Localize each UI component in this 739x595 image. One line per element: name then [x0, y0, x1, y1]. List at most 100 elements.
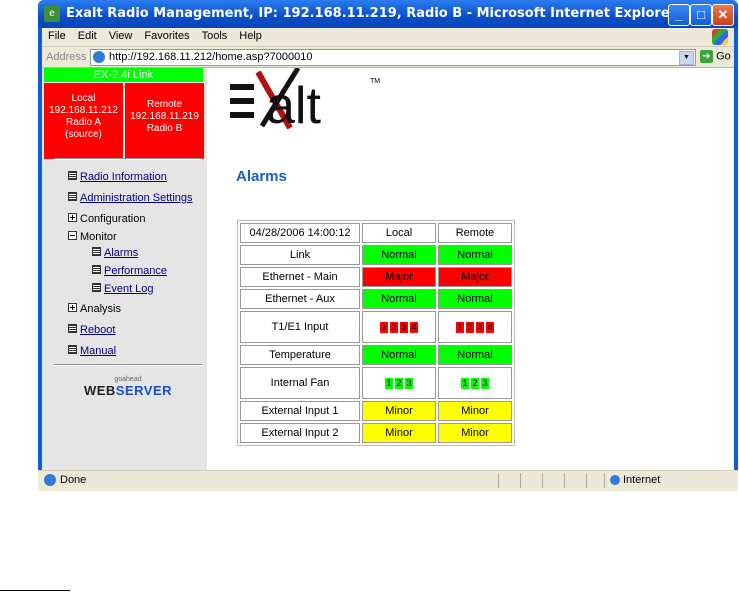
- expand-icon: [68, 213, 77, 222]
- row-label: External Input 2: [240, 423, 360, 443]
- page-done-icon: [44, 474, 56, 486]
- table-row: Ethernet - Aux Normal Normal: [240, 289, 512, 309]
- table-row: Temperature Normal Normal: [240, 345, 512, 365]
- page-bullet-icon: [68, 192, 77, 201]
- row-label: Ethernet - Main: [240, 267, 360, 287]
- status-cell: Major: [362, 267, 436, 287]
- nav-administration-settings[interactable]: Administration Settings: [68, 192, 193, 204]
- local-label: Local: [71, 93, 96, 104]
- row-label: External Input 1: [240, 401, 360, 421]
- status-cell: Normal: [438, 289, 512, 309]
- logo-text: alt: [266, 77, 321, 135]
- t1e1-port-indicator: 1: [456, 322, 464, 333]
- globe-icon: [610, 475, 620, 486]
- remote-radio-panel: Remote 192.168.11.219 Radio B: [125, 83, 204, 159]
- windows-logo-icon: [712, 29, 728, 45]
- menu-edit[interactable]: Edit: [72, 28, 103, 44]
- page-bullet-icon: [92, 265, 101, 274]
- column-local: Local: [362, 223, 436, 243]
- nav-alarms[interactable]: Alarms: [92, 247, 138, 259]
- local-radio-panel: Local 192.168.11.212 Radio A (source): [44, 83, 123, 159]
- status-cell: Minor: [362, 423, 436, 443]
- nav-performance[interactable]: Performance: [92, 265, 167, 277]
- fan-indicator: 2: [395, 378, 403, 389]
- link-status-banner: EX-2.4i Link: [44, 68, 203, 82]
- title-bar: e Exalt Radio Management, IP: 192.168.11…: [38, 0, 738, 28]
- go-button[interactable]: ➔ Go: [700, 50, 732, 64]
- status-cell: Normal: [438, 345, 512, 365]
- row-label: T1/E1 Input: [240, 311, 360, 343]
- address-bar: Address http://192.168.11.212/home.asp?7…: [42, 47, 734, 68]
- t1e1-port-indicator: 4: [410, 322, 418, 333]
- minimize-button[interactable]: _: [668, 4, 690, 26]
- nav-analysis[interactable]: Analysis: [68, 303, 121, 315]
- close-button[interactable]: ✕: [712, 4, 734, 26]
- nav-monitor[interactable]: Monitor: [68, 231, 117, 243]
- go-arrow-icon: ➔: [700, 50, 713, 63]
- column-remote: Remote: [438, 223, 512, 243]
- page-bullet-icon: [68, 324, 77, 333]
- alarm-timestamp: 04/28/2006 14:00:12: [240, 223, 360, 243]
- t1e1-port-indicator: 2: [390, 322, 398, 333]
- webserver-logo[interactable]: goahead WEBSERVER: [78, 376, 178, 406]
- local-radio-name: Radio A: [65, 117, 102, 128]
- table-row: Internal Fan 123 123: [240, 367, 512, 399]
- t1e1-port-indicator: 1: [380, 322, 388, 333]
- remote-ip: 192.168.11.219: [130, 111, 199, 122]
- maximize-button[interactable]: □: [690, 4, 712, 26]
- t1e1-port-indicator: 2: [466, 322, 474, 333]
- row-label: Internal Fan: [240, 367, 360, 399]
- sidebar: EX-2.4i Link Local 192.168.11.212 Radio …: [42, 68, 207, 470]
- nav-manual[interactable]: Manual: [68, 345, 116, 357]
- row-label: Temperature: [240, 345, 360, 365]
- fan-indicator: 3: [481, 378, 489, 389]
- sidebar-divider: [54, 158, 202, 160]
- page-content: EX-2.4i Link Local 192.168.11.212 Radio …: [42, 68, 734, 470]
- t1e1-port-indicator: 3: [400, 322, 408, 333]
- t1e1-remote-cell: 1234: [438, 311, 512, 343]
- status-cell: Minor: [438, 423, 512, 443]
- alarms-table: 04/28/2006 14:00:12 Local Remote Link No…: [237, 220, 515, 446]
- footnote-rule: [0, 590, 70, 591]
- status-text: Done: [60, 474, 87, 486]
- ie-icon: e: [44, 6, 60, 22]
- browser-window: e Exalt Radio Management, IP: 192.168.11…: [38, 0, 738, 491]
- fan-remote-cell: 123: [438, 367, 512, 399]
- t1e1-port-indicator: 4: [486, 322, 494, 333]
- status-bar: Done Internet: [38, 470, 738, 491]
- remote-label: Remote: [146, 99, 182, 110]
- status-cell: Normal: [362, 345, 436, 365]
- menu-help[interactable]: Help: [233, 28, 268, 44]
- address-input[interactable]: http://192.168.11.212/home.asp?7000010 ▼: [90, 49, 696, 66]
- status-cell: Normal: [362, 289, 436, 309]
- table-row: Ethernet - Main Major Major: [240, 267, 512, 287]
- nav-radio-information[interactable]: Radio Information: [68, 171, 167, 183]
- menu-favorites[interactable]: Favorites: [138, 28, 195, 44]
- fan-indicator: 1: [461, 378, 469, 389]
- sidebar-divider: [54, 364, 202, 366]
- table-row: T1/E1 Input 1234 1234: [240, 311, 512, 343]
- page-bullet-icon: [92, 283, 101, 292]
- fan-indicator: 1: [385, 378, 393, 389]
- page-icon: [93, 51, 105, 63]
- address-label: Address: [46, 51, 87, 63]
- logo-trademark: TM: [370, 78, 381, 85]
- nav-event-log[interactable]: Event Log: [92, 283, 154, 295]
- status-cell: Normal: [362, 245, 436, 265]
- menu-tools[interactable]: Tools: [196, 28, 234, 44]
- menu-file[interactable]: File: [42, 28, 72, 44]
- menu-view[interactable]: View: [103, 28, 139, 44]
- status-cell: Minor: [362, 401, 436, 421]
- table-header-row: 04/28/2006 14:00:12 Local Remote: [240, 223, 512, 243]
- table-row: Link Normal Normal: [240, 245, 512, 265]
- status-cell: Normal: [438, 245, 512, 265]
- address-url: http://192.168.11.212/home.asp?7000010: [109, 51, 313, 63]
- nav-configuration[interactable]: Configuration: [68, 213, 145, 225]
- row-label: Ethernet - Aux: [240, 289, 360, 309]
- nav-reboot[interactable]: Reboot: [68, 324, 115, 336]
- fan-local-cell: 123: [362, 367, 436, 399]
- address-dropdown-icon[interactable]: ▼: [679, 51, 694, 65]
- t1e1-port-indicator: 3: [476, 322, 484, 333]
- table-row: External Input 1 Minor Minor: [240, 401, 512, 421]
- status-cell: Minor: [438, 401, 512, 421]
